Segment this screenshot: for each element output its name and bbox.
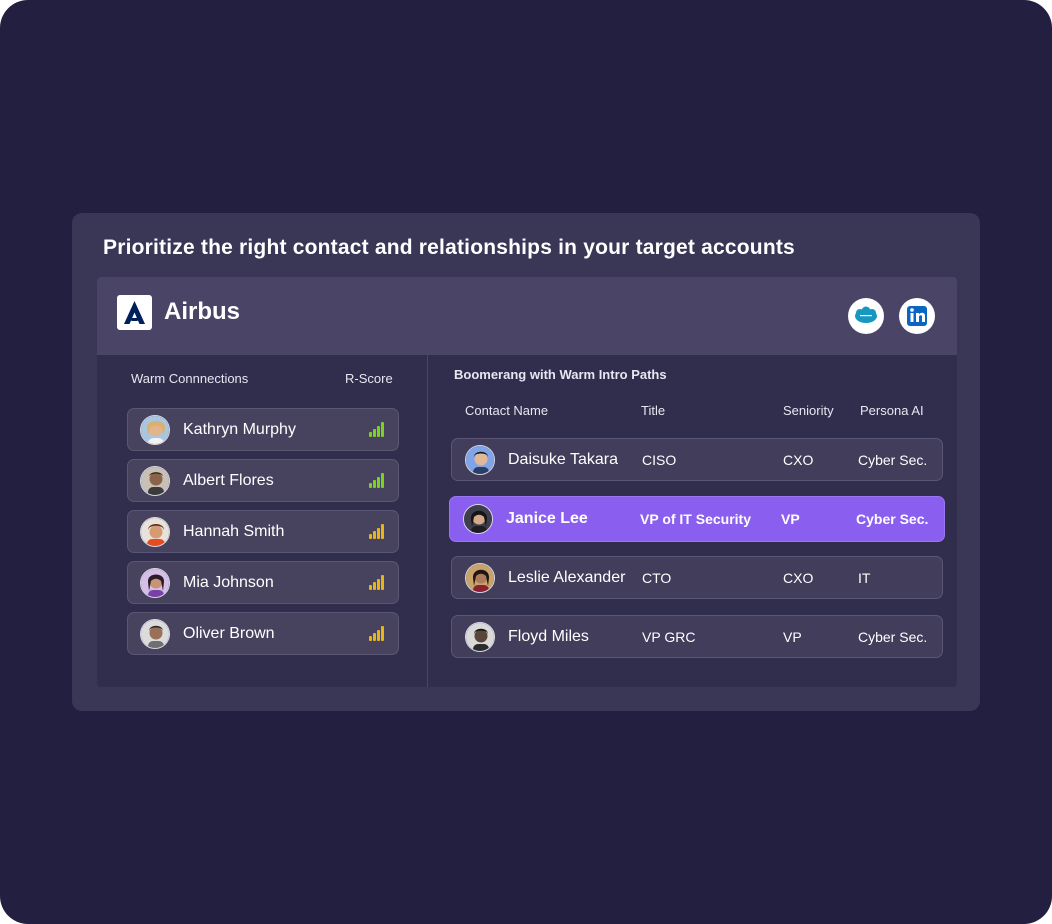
avatar (465, 563, 495, 593)
contact-title: CTO (642, 570, 672, 586)
feature-card: Prioritize the right contact and relatio… (72, 213, 980, 711)
contact-title: VP of IT Security (640, 511, 751, 527)
column-header-seniority: Seniority (783, 403, 834, 418)
r-score-signal-icon (369, 422, 385, 437)
r-score-signal-icon (369, 575, 385, 590)
avatar (140, 517, 170, 547)
connection-name: Oliver Brown (183, 625, 275, 642)
connection-name: Kathryn Murphy (183, 421, 296, 438)
account-header: Airbus (97, 277, 957, 355)
contact-seniority: CXO (783, 452, 814, 468)
connection-name: Albert Flores (183, 472, 274, 489)
avatar (140, 466, 170, 496)
intro-paths-title: Boomerang with Warm Intro Paths (454, 367, 667, 382)
contact-row-daisuke-takara[interactable]: Daisuke Takara CISO CXO Cyber Sec. (451, 438, 943, 481)
headline: Prioritize the right contact and relatio… (103, 236, 795, 259)
airbus-logo-icon (117, 295, 152, 330)
contact-row-janice-lee[interactable]: Janice Lee VP of IT Security VP Cyber Se… (449, 496, 945, 542)
contact-persona: IT (858, 570, 871, 586)
avatar (140, 568, 170, 598)
avatar (465, 622, 495, 652)
contact-name: Leslie Alexander (508, 569, 626, 586)
avatar (140, 619, 170, 649)
r-score-signal-icon (369, 626, 385, 641)
account-panel: Airbus Warm Connnections R-Score Kathryn… (97, 277, 957, 687)
panel-divider (427, 355, 428, 687)
contact-seniority: CXO (783, 570, 814, 586)
r-score-header: R-Score (345, 371, 393, 386)
avatar (463, 504, 493, 534)
contact-title: CISO (642, 452, 677, 468)
account-name: Airbus (164, 298, 241, 325)
contact-name: Daisuke Takara (508, 451, 618, 468)
column-header-contact-name: Contact Name (465, 403, 549, 418)
connection-row-kathryn-murphy[interactable]: Kathryn Murphy (127, 408, 399, 451)
r-score-signal-icon (369, 524, 385, 539)
connection-row-albert-flores[interactable]: Albert Flores (127, 459, 399, 502)
page-background: Prioritize the right contact and relatio… (0, 0, 1052, 924)
contact-seniority: VP (781, 511, 800, 527)
column-header-persona-ai: Persona AI (860, 403, 924, 418)
salesforce-icon[interactable] (848, 298, 884, 334)
avatar (465, 445, 495, 475)
contact-persona: Cyber Sec. (856, 511, 929, 527)
connection-name: Hannah Smith (183, 523, 285, 540)
linkedin-icon[interactable] (899, 298, 935, 334)
column-header-title: Title (641, 403, 666, 418)
contact-row-floyd-miles[interactable]: Floyd Miles VP GRC VP Cyber Sec. (451, 615, 943, 658)
contact-name: Floyd Miles (508, 628, 589, 645)
contact-title: VP GRC (642, 629, 696, 645)
connection-row-hannah-smith[interactable]: Hannah Smith (127, 510, 399, 553)
avatar (140, 415, 170, 445)
warm-connections-header: Warm Connnections (131, 371, 249, 386)
contact-persona: Cyber Sec. (858, 452, 928, 468)
contact-seniority: VP (783, 629, 802, 645)
contact-row-leslie-alexander[interactable]: Leslie Alexander CTO CXO IT (451, 556, 943, 599)
connection-row-mia-johnson[interactable]: Mia Johnson (127, 561, 399, 604)
connection-row-oliver-brown[interactable]: Oliver Brown (127, 612, 399, 655)
contact-name: Janice Lee (506, 510, 588, 527)
connection-name: Mia Johnson (183, 574, 274, 591)
contact-persona: Cyber Sec. (858, 629, 928, 645)
r-score-signal-icon (369, 473, 385, 488)
